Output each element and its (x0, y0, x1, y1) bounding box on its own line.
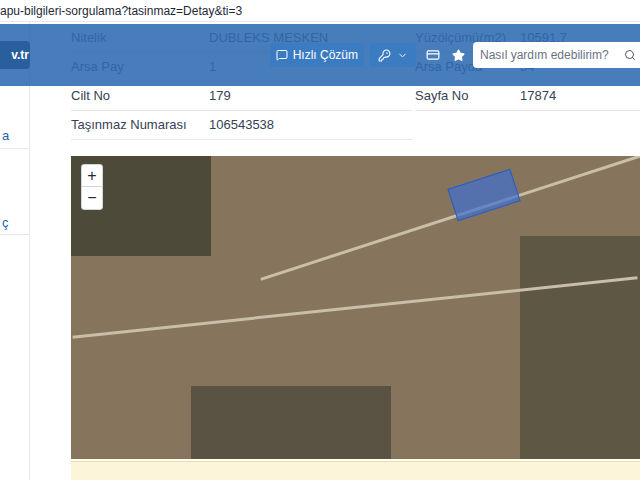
chat-icon (276, 49, 288, 61)
search-placeholder: Nasıl yardım edebilirim? (480, 46, 624, 64)
zoom-out-button[interactable]: − (82, 187, 102, 209)
map-terrain (520, 236, 640, 459)
sidebar-item[interactable]: ç (0, 213, 29, 236)
sidebar: aç (0, 22, 30, 480)
table-row: Cilt No179Sayfa No17874 (71, 82, 640, 111)
map-terrain (191, 386, 391, 459)
url-text: apu-bilgileri-sorgulama?tasinmaz=Detay&t… (0, 2, 242, 20)
sidebar-item[interactable]: a (0, 126, 29, 149)
field-label: Cilt No (71, 86, 209, 106)
id-card-icon[interactable] (426, 48, 440, 62)
search-field[interactable]: Nasıl yardım edebilirim? (473, 42, 640, 68)
zoom-in-button[interactable]: + (82, 165, 102, 187)
key-icon (378, 49, 391, 62)
caret-icon (397, 50, 408, 61)
page: apu-bilgileri-sorgulama?tasinmaz=Detay&t… (0, 0, 640, 480)
field-label: Taşınmaz Numarası (71, 115, 209, 135)
quick-solution-button[interactable]: Hızlı Çözüm (270, 43, 364, 67)
search-icon[interactable] (624, 49, 636, 61)
content: NitelikDUBLEKS MESKENYüzölçümü(m2)10591,… (30, 22, 640, 480)
body: açNitelikDUBLEKS MESKENYüzölçümü(m2)1059… (0, 22, 640, 480)
star-icon[interactable] (452, 49, 465, 62)
header-bar: v.tr Hızlı Çözüm Nasıl yardım edebilirim? (0, 24, 640, 86)
address-bar[interactable]: apu-bilgileri-sorgulama?tasinmaz=Detay&t… (0, 0, 640, 22)
notice-strip (71, 461, 640, 480)
field-value: 179 (209, 86, 231, 106)
parcel-highlight (447, 169, 520, 222)
zoom-control: +− (81, 164, 103, 210)
login-button[interactable] (370, 43, 416, 67)
table-row: Taşınmaz Numarası106543538 (71, 111, 640, 140)
table-cell-pair: Taşınmaz Numarası106543538 (71, 111, 412, 140)
map[interactable]: +− (71, 156, 640, 459)
table-cell-pair: Sayfa No17874 (415, 82, 640, 111)
field-value: 17874 (520, 86, 556, 106)
field-value: 106543538 (209, 115, 274, 135)
field-label: Sayfa No (415, 86, 520, 106)
table-cell-pair: Cilt No179 (71, 82, 412, 111)
logo[interactable]: v.tr (0, 41, 30, 69)
